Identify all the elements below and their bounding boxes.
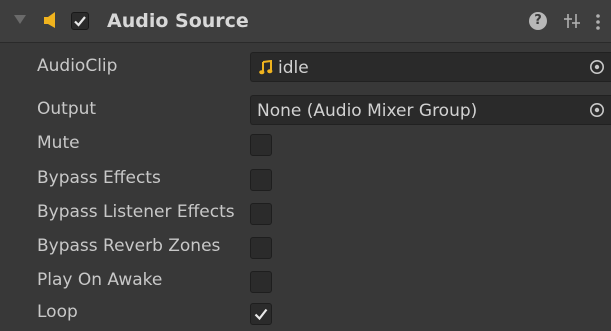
- play-on-awake-row: Play On Awake: [0, 264, 611, 298]
- output-field[interactable]: None (Audio Mixer Group): [250, 95, 611, 125]
- object-picker-icon[interactable]: [589, 102, 605, 118]
- bypass-listener-effects-row: Bypass Listener Effects: [0, 196, 611, 230]
- output-label: Output: [37, 99, 97, 119]
- loop-row: Loop: [0, 296, 611, 330]
- mute-label: Mute: [37, 133, 80, 153]
- play-on-awake-label: Play On Awake: [37, 270, 163, 290]
- component-header[interactable]: Audio Source ?: [0, 0, 611, 43]
- audioclip-row: AudioClip idle: [0, 50, 611, 84]
- audio-clip-icon: [259, 60, 273, 75]
- loop-label: Loop: [37, 302, 78, 322]
- audioclip-label: AudioClip: [37, 56, 118, 76]
- bypass-effects-checkbox[interactable]: [250, 169, 272, 191]
- presets-icon[interactable]: [562, 11, 582, 31]
- bypass-effects-row: Bypass Effects: [0, 162, 611, 196]
- component-enabled-checkbox[interactable]: [71, 12, 89, 30]
- checkmark-icon: [74, 16, 86, 27]
- play-on-awake-checkbox[interactable]: [250, 271, 272, 293]
- checkmark-icon: [254, 308, 268, 321]
- object-picker-icon[interactable]: [589, 59, 605, 75]
- bypass-effects-label: Bypass Effects: [37, 168, 161, 188]
- loop-checkbox[interactable]: [250, 303, 272, 325]
- bypass-reverb-zones-row: Bypass Reverb Zones: [0, 230, 611, 264]
- audioclip-value: idle: [278, 58, 309, 78]
- help-icon[interactable]: ?: [529, 12, 547, 30]
- output-row: Output None (Audio Mixer Group): [0, 93, 611, 127]
- bypass-reverb-zones-checkbox[interactable]: [250, 237, 272, 259]
- bypass-listener-effects-label: Bypass Listener Effects: [37, 202, 235, 222]
- output-value: None (Audio Mixer Group): [257, 101, 478, 121]
- mute-checkbox[interactable]: [250, 134, 272, 156]
- audio-source-icon: [44, 12, 55, 28]
- mute-row: Mute: [0, 127, 611, 161]
- audioclip-field[interactable]: idle: [250, 52, 611, 82]
- bypass-reverb-zones-label: Bypass Reverb Zones: [37, 236, 221, 256]
- kebab-menu-icon[interactable]: [595, 12, 601, 32]
- component-title: Audio Source: [107, 10, 249, 32]
- bypass-listener-effects-checkbox[interactable]: [250, 203, 272, 225]
- foldout-arrow-icon[interactable]: [14, 15, 26, 24]
